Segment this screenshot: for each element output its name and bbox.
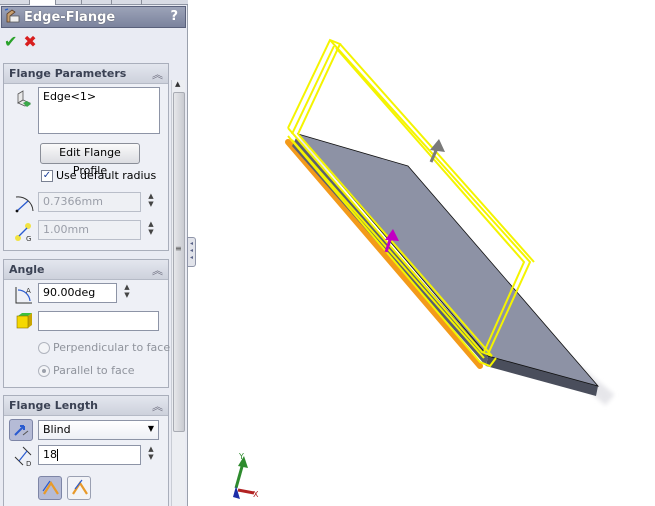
manager-tab-strip xyxy=(0,0,188,5)
bend-radius-spinner[interactable]: ▲ ▼ xyxy=(146,192,156,212)
end-condition-dropdown[interactable]: Blind ▼ xyxy=(38,420,159,440)
perpendicular-to-face-label: Perpendicular to face xyxy=(53,341,171,354)
svg-text:A: A xyxy=(26,287,31,295)
use-default-radius-label: Use default radius xyxy=(56,169,157,182)
reverse-direction-icon xyxy=(14,425,29,436)
flange-length-icon: D xyxy=(13,445,33,468)
parallel-to-face-label: Parallel to face xyxy=(53,364,135,377)
tab-display-manager[interactable] xyxy=(112,0,142,5)
flange-length-spinner[interactable]: ▲ ▼ xyxy=(146,445,156,465)
cancel-button[interactable]: ✖ xyxy=(23,33,36,51)
flange-angle-icon: A xyxy=(13,284,33,304)
face-selection-box[interactable] xyxy=(38,311,159,331)
feature-title: Edge-Flange xyxy=(24,9,116,25)
property-manager-header: Edge-Flange ? xyxy=(1,6,186,28)
flange-parameters-group: Flange Parameters ︽ Edge<1> Edit Flange … xyxy=(3,63,169,251)
triad-y-label: Y xyxy=(238,452,244,461)
gap-distance-spinner[interactable]: ▲ ▼ xyxy=(146,220,156,240)
svg-text:G: G xyxy=(26,235,31,243)
flange-parameters-header[interactable]: Flange Parameters ︽ xyxy=(4,64,168,84)
help-button[interactable]: ? xyxy=(170,9,178,24)
reference-triad: Y X xyxy=(233,452,259,499)
scroll-thumb[interactable] xyxy=(173,92,185,432)
gap-distance-icon: G xyxy=(13,221,33,243)
flange-length-field[interactable]: 18 xyxy=(38,445,141,465)
ok-button[interactable]: ✔ xyxy=(4,33,17,51)
triad-x-label: X xyxy=(253,490,259,499)
chevron-down-icon[interactable]: ▼ xyxy=(148,424,154,433)
svg-text:D: D xyxy=(26,460,31,467)
model-view: Y X xyxy=(233,38,615,499)
collapse-icon[interactable]: ︽ xyxy=(152,398,163,414)
edge-selection-box[interactable]: Edge<1> xyxy=(38,87,160,134)
tab-feature-manager[interactable] xyxy=(0,0,30,5)
flange-angle-spinner[interactable]: ▲ ▼ xyxy=(122,283,132,303)
graphics-area[interactable]: Y X xyxy=(189,0,655,506)
bend-radius-field[interactable]: 0.7366mm xyxy=(38,192,141,212)
end-condition-value: Blind xyxy=(43,423,71,436)
collapse-icon[interactable]: ︽ xyxy=(152,66,163,82)
triad-z-axis xyxy=(233,486,240,499)
group-title: Flange Parameters xyxy=(9,67,127,80)
solidworks-window: Edge-Flange ? ✔ ✖ Flange Parameters ︽ Ed… xyxy=(0,0,655,506)
tab-property-manager[interactable] xyxy=(30,0,56,5)
face-selection-icon xyxy=(14,311,34,331)
vertical-scrollbar[interactable]: ▲ xyxy=(171,80,185,506)
tab-dimxpert-manager[interactable] xyxy=(82,0,112,5)
parallel-to-face-radio[interactable] xyxy=(38,365,50,377)
material-outside-button[interactable] xyxy=(67,476,91,500)
tab-configuration-manager[interactable] xyxy=(56,0,82,5)
material-inside-icon xyxy=(42,480,59,495)
use-default-radius-checkbox[interactable]: ✓ xyxy=(41,170,53,182)
angle-header[interactable]: Angle ︽ xyxy=(4,260,168,280)
flange-length-header[interactable]: Flange Length ︽ xyxy=(4,396,168,416)
property-manager: Edge-Flange ? ✔ ✖ Flange Parameters ︽ Ed… xyxy=(0,0,188,506)
flange-angle-field[interactable]: 90.00deg xyxy=(38,283,117,303)
edit-flange-profile-button[interactable]: Edit Flange Profile xyxy=(40,143,140,177)
group-title: Angle xyxy=(9,263,45,276)
triad-x-axis xyxy=(237,488,255,495)
panel-grip-icon[interactable]: ≡ xyxy=(175,244,182,253)
edge-selection-icon xyxy=(14,90,34,110)
gap-distance-field[interactable]: 1.00mm xyxy=(38,220,141,240)
ok-cancel-row: ✔ ✖ xyxy=(4,33,37,51)
flange-length-value: 18 xyxy=(43,448,57,461)
group-title: Flange Length xyxy=(9,399,98,412)
material-inside-button[interactable] xyxy=(38,476,62,500)
edge-flange-icon xyxy=(4,8,22,26)
bend-radius-icon xyxy=(13,193,34,213)
flange-length-group: Flange Length ︽ Blind ▼ D 18 ▲ ▼ xyxy=(3,395,169,506)
perpendicular-to-face-radio[interactable] xyxy=(38,342,50,354)
scroll-up-icon[interactable]: ▲ xyxy=(175,80,180,88)
collapse-icon[interactable]: ︽ xyxy=(152,262,163,278)
reverse-direction-button[interactable] xyxy=(9,419,33,441)
angle-group: Angle ︽ A 90.00deg ▲ ▼ Perpendicular to … xyxy=(3,259,171,388)
material-outside-icon xyxy=(72,479,88,495)
